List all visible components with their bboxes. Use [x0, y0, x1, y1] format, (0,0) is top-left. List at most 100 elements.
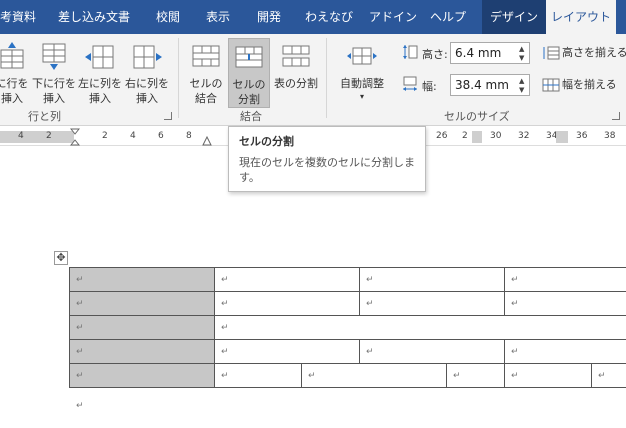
ruler-number: 26 [436, 131, 448, 141]
ruler-column-boundary[interactable] [472, 131, 482, 143]
insert-row-below-button[interactable]: 下に行を 挿入 [32, 38, 76, 108]
split-cells-button[interactable]: セルの 分割 [228, 38, 270, 108]
column-marker-icon[interactable] [202, 136, 212, 146]
autofit-label: 自動調整 [340, 77, 384, 90]
ruler-number: 4 [18, 131, 24, 141]
tooltip-body: 現在のセルを複数のセルに分割します。 [239, 156, 415, 184]
insert-left-line2: 挿入 [89, 92, 111, 105]
row-height-value: 6.4 mm [455, 46, 502, 60]
insert-row-above-icon [0, 42, 24, 69]
insert-column-left-icon [85, 45, 114, 69]
ruler-number: 36 [576, 131, 588, 141]
insert-above-line1: に行を [0, 77, 29, 90]
tab-help[interactable]: ヘルプ [424, 0, 472, 34]
row-height-icon [403, 45, 418, 59]
table-row: ↵ ↵ ↵ ↵ [69, 339, 626, 364]
ruler-column-boundary[interactable] [556, 131, 568, 143]
merge-cells-button[interactable]: セルの 結合 [186, 38, 226, 108]
table-cell-selected[interactable]: ↵ [69, 315, 215, 340]
insert-below-line2: 挿入 [43, 92, 65, 105]
ribbon-layout: に行を 挿入 下に行を 挿入 左に列を 挿入 右に列を 挿入 行と列 セルの 結… [0, 34, 626, 126]
table-cell[interactable]: ↵ [504, 291, 626, 316]
tab-table-layout[interactable]: レイアウト [546, 0, 616, 34]
distribute-columns-button[interactable]: 幅を揃える [542, 76, 617, 94]
ruler-number: 30 [490, 131, 502, 141]
table-cell[interactable]: ↵ [213, 291, 361, 316]
table-cell[interactable]: ↵ [359, 291, 506, 316]
column-width-input[interactable]: 38.4 mm ▲ ▼ [450, 74, 530, 96]
table-cell[interactable]: ↵ [214, 363, 302, 388]
table-cell[interactable]: ↵ [300, 363, 448, 388]
split-table-icon [282, 45, 310, 67]
indent-marker-icon[interactable] [70, 128, 80, 146]
spin-up-icon[interactable]: ▲ [519, 45, 527, 53]
paragraph-mark[interactable]: ↵ [76, 401, 84, 411]
insert-column-right-button[interactable]: 右に列を 挿入 [124, 38, 170, 108]
table-cell[interactable]: ↵ [504, 267, 626, 292]
table-cell-selected[interactable]: ↵ [69, 267, 215, 292]
table-cell[interactable]: ↵ [213, 315, 626, 340]
split-cells-tooltip: セルの分割 現在のセルを複数のセルに分割します。 [228, 126, 426, 192]
tab-view[interactable]: 表示 [198, 0, 238, 34]
table-cell[interactable]: ↵ [446, 363, 506, 388]
insert-column-left-button[interactable]: 左に列を 挿入 [78, 38, 122, 108]
merge-cells-line1: セルの [189, 77, 223, 90]
autofit-button[interactable]: 自動調整 ▾ [334, 38, 390, 108]
ruler-number: 4 [130, 131, 136, 141]
row-height-input[interactable]: 6.4 mm ▲ ▼ [450, 42, 530, 64]
table-cell[interactable]: ↵ [359, 267, 506, 292]
distribute-rows-button[interactable]: 高さを揃える [542, 44, 626, 62]
table-move-handle-icon[interactable]: ✥ [54, 251, 68, 265]
tab-review[interactable]: 校閲 [148, 0, 188, 34]
column-width-label: 幅: [422, 80, 437, 93]
table-row: ↵ ↵ ↵ ↵ ↵ ↵ [69, 363, 626, 388]
distribute-rows-icon [543, 46, 560, 60]
autofit-icon [347, 47, 377, 65]
split-cells-line2: 分割 [238, 93, 260, 106]
cell-size-dialog-launcher[interactable] [612, 112, 620, 120]
group-separator [326, 38, 327, 118]
table-cell[interactable]: ↵ [213, 267, 361, 292]
chevron-down-icon: ▾ [359, 92, 364, 101]
tab-mailings[interactable]: 差し込み文書 [52, 0, 136, 34]
insert-column-right-icon [133, 45, 162, 69]
table-cell[interactable]: ↵ [591, 363, 626, 388]
spin-up-icon[interactable]: ▲ [519, 77, 527, 85]
merge-cells-line2: 結合 [195, 92, 217, 105]
row-height-label: 高さ: [422, 48, 448, 61]
tab-waenavi[interactable]: わえなび [300, 0, 358, 34]
table-cell[interactable]: ↵ [504, 339, 626, 364]
group-label-cell-size: セルのサイズ [444, 110, 510, 123]
column-width-control: 幅: 38.4 mm ▲ ▼ [400, 74, 540, 96]
split-cells-line1: セルの [232, 78, 266, 91]
table-cell[interactable]: ↵ [359, 339, 506, 364]
merge-cells-icon [192, 45, 220, 67]
ruler-number: 38 [604, 131, 616, 141]
tab-developer[interactable]: 開発 [248, 0, 290, 34]
group-label-rows-columns: 行と列 [28, 110, 61, 123]
insert-row-above-button[interactable]: に行を 挿入 [0, 38, 30, 108]
spin-down-icon[interactable]: ▼ [519, 54, 527, 62]
table-cell[interactable]: ↵ [213, 339, 361, 364]
rows-columns-dialog-launcher[interactable] [164, 112, 172, 120]
table-cell[interactable]: ↵ [504, 363, 593, 388]
tooltip-title: セルの分割 [239, 135, 294, 148]
split-table-button[interactable]: 表の分割 [272, 38, 320, 108]
word-table[interactable]: ↵ ↵ ↵ ↵ ↵ ↵ ↵ ↵ ↵ ↵ ↵ ↵ ↵ ↵ ↵ ↵ ↵ ↵ ↵ ↵ [69, 267, 626, 388]
spin-down-icon[interactable]: ▼ [519, 86, 527, 94]
column-width-value: 38.4 mm [455, 78, 509, 92]
ruler-margin-left [0, 131, 74, 143]
insert-right-line2: 挿入 [136, 92, 158, 105]
table-cell-selected[interactable]: ↵ [69, 339, 215, 364]
distribute-rows-label: 高さを揃える [562, 46, 626, 59]
tab-addins[interactable]: アドイン [366, 0, 420, 34]
table-cell-selected[interactable]: ↵ [69, 363, 215, 388]
tab-table-design[interactable]: デザイン [482, 0, 546, 34]
ribbon-tab-bar: 考資料 差し込み文書 校閲 表示 開発 わえなび アドイン ヘルプ デザイン レ… [0, 0, 626, 34]
table-cell-selected[interactable]: ↵ [69, 291, 215, 316]
group-separator [178, 38, 179, 118]
insert-left-line1: 左に列を [78, 77, 122, 90]
ruler-number: 32 [518, 131, 530, 141]
tab-references[interactable]: 考資料 [0, 0, 36, 34]
ruler-number: 2 [462, 131, 468, 141]
